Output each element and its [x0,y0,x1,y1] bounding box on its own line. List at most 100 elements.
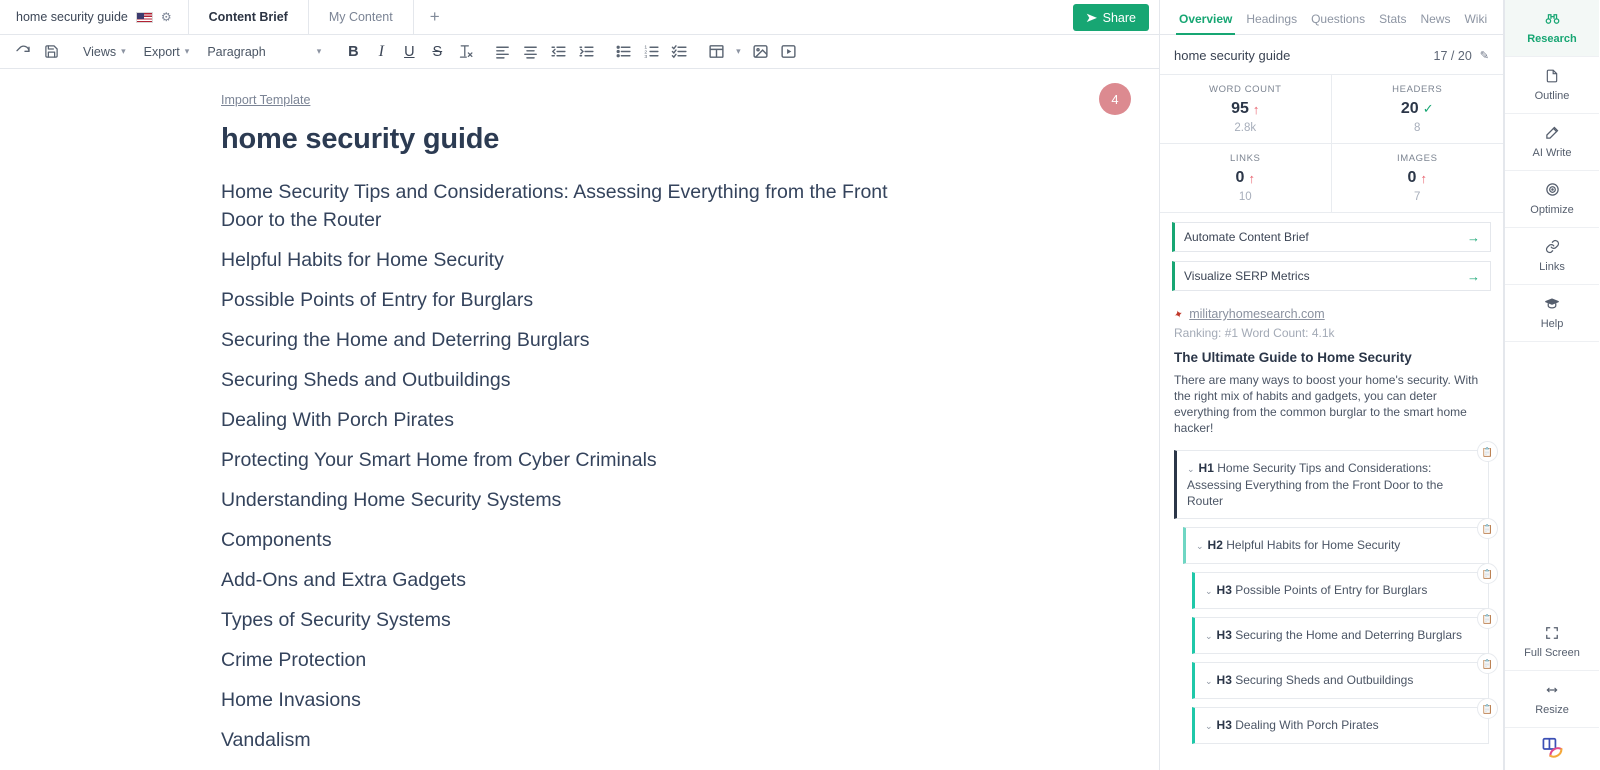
paragraph-style-dropdown[interactable]: Paragraph ▾ [199,39,329,65]
copy-icon[interactable]: 📋 [1477,653,1498,674]
document-heading[interactable]: Dealing With Porch Pirates [221,406,911,434]
document-scroll-area[interactable]: 4 Import Template home security guide Ho… [0,69,1159,770]
document-heading[interactable]: Home Invasions [221,686,911,714]
serp-heading-item[interactable]: ⌄ H3 Securing the Home and Deterring Burg… [1192,608,1498,654]
research-tab-wiki[interactable]: Wiki [1457,12,1494,34]
insert-image-icon[interactable] [747,39,773,65]
rail-item-links[interactable]: Links [1505,228,1599,285]
indent-icon[interactable] [573,39,599,65]
save-icon[interactable] [38,39,64,65]
align-left-icon[interactable] [489,39,515,65]
serp-domain-row[interactable]: ✦ militaryhomesearch.com [1172,307,1489,322]
tab-my-content[interactable]: My Content [309,0,414,34]
clear-formatting-icon[interactable] [452,39,478,65]
redo-icon[interactable] [10,39,36,65]
copy-icon[interactable]: 📋 [1477,518,1498,539]
serp-heading-item[interactable]: ⌄ H2 Helpful Habits for Home Security 📋 [1183,518,1498,564]
arrow-up-icon: ↑ [1420,170,1427,186]
document-heading[interactable]: Securing Sheds and Outbuildings [221,366,911,394]
chevron-down-icon[interactable]: ⌄ [1205,676,1213,686]
gear-icon[interactable]: ⚙ [161,11,172,23]
copy-icon[interactable]: 📋 [1477,563,1498,584]
copy-icon[interactable]: 📋 [1477,441,1498,462]
outdent-icon[interactable] [545,39,571,65]
numbered-list-icon[interactable]: 123 [638,39,664,65]
top-tab-bar: home security guide ⚙ Content Brief My C… [0,0,1159,35]
chevron-down-icon[interactable]: ⌄ [1205,721,1213,731]
research-tab-bar: Overview Headings Questions Stats News Wiki [1160,0,1503,35]
arrow-right-icon: → [1467,268,1480,284]
metric-label: WORD COUNT [1209,84,1282,95]
checklist-icon[interactable] [666,39,692,65]
copy-icon[interactable]: 📋 [1477,608,1498,629]
research-tab-overview[interactable]: Overview [1172,12,1239,35]
comment-count-badge[interactable]: 4 [1099,83,1131,115]
metric-card: HEADERS 20 ✓ 8 [1331,75,1503,144]
action-label: Visualize SERP Metrics [1184,269,1310,283]
arrow-right-icon: → [1467,229,1480,245]
italic-button[interactable]: I [368,39,394,65]
serp-heading-item[interactable]: ⌄ H3 Securing Sheds and Outbuildings 📋 [1192,653,1498,699]
rail-item-outline[interactable]: Outline [1505,57,1599,114]
tab-content-brief[interactable]: Content Brief [189,0,309,34]
chevron-down-icon[interactable]: ⌄ [1187,464,1195,474]
research-keyword-row: home security guide 17 / 20 ✎ [1160,35,1503,74]
insert-video-icon[interactable] [775,39,801,65]
document-heading[interactable]: Types of Security Systems [221,606,911,634]
chevron-down-icon[interactable]: ⌄ [1205,586,1213,596]
rail-item-optimize[interactable]: Optimize [1505,171,1599,228]
document-heading[interactable]: Home Security Tips and Considerations: A… [221,178,911,234]
document-heading[interactable]: Components [221,526,911,554]
document-heading[interactable]: Securing the Home and Deterring Burglars [221,326,911,354]
rail-bottom-items: Full Screen Resize [1505,614,1599,728]
chevron-down-icon[interactable]: ⌄ [1205,631,1213,641]
export-dropdown[interactable]: Export ▾ [136,39,198,65]
document-tab[interactable]: home security guide ⚙ [0,0,189,34]
horizontal-arrows-icon [1544,683,1560,699]
rail-item-research[interactable]: Research [1505,0,1599,57]
research-tab-questions[interactable]: Questions [1304,12,1372,34]
document-heading[interactable]: Possible Points of Entry for Burglars [221,286,911,314]
rail-item-ai-write[interactable]: AI Write [1505,114,1599,171]
document-heading[interactable]: Understanding Home Security Systems [221,486,911,514]
document-heading[interactable]: Vandalism [221,726,911,754]
bulleted-list-icon[interactable] [610,39,636,65]
rail-item-help[interactable]: Help [1505,285,1599,342]
underline-button[interactable]: U [396,39,422,65]
page-title[interactable]: home security guide [221,123,1159,156]
document-heading[interactable]: Helpful Habits for Home Security [221,246,911,274]
chevron-down-icon[interactable]: ⌄ [1196,541,1204,551]
chevron-down-icon: ▾ [316,46,322,56]
metric-target: 8 [1414,122,1421,134]
share-icon: ➤ [1084,9,1098,25]
research-tab-news[interactable]: News [1413,12,1457,34]
action-row[interactable]: Visualize SERP Metrics → [1172,261,1491,291]
metric-value: 0 [1407,169,1417,186]
document-heading[interactable]: Protecting Your Smart Home from Cyber Cr… [221,446,911,474]
copy-icon[interactable]: 📋 [1477,698,1498,719]
strikethrough-button[interactable]: S [424,39,450,65]
research-tab-headings[interactable]: Headings [1239,12,1304,34]
serp-domain[interactable]: militaryhomesearch.com [1189,307,1324,321]
table-dropdown-chevron[interactable]: ▾ [731,39,745,65]
rail-item-full-screen[interactable]: Full Screen [1505,614,1599,671]
import-template-link[interactable]: Import Template [221,93,310,107]
share-button[interactable]: ➤ Share [1072,4,1149,31]
align-center-icon[interactable] [517,39,543,65]
document-heading[interactable]: Add-Ons and Extra Gadgets [221,566,911,594]
action-row[interactable]: Automate Content Brief → [1172,222,1491,252]
document-heading[interactable]: Crime Protection [221,646,911,674]
table-icon[interactable] [703,39,729,65]
metric-label: HEADERS [1392,84,1443,95]
bold-button[interactable]: B [340,39,366,65]
serp-heading-item[interactable]: ⌄ H3 Possible Points of Entry for Burglar… [1192,563,1498,609]
add-tab-button[interactable]: + [414,0,456,34]
rail-item-resize[interactable]: Resize [1505,671,1599,728]
pencil-icon[interactable]: ✎ [1480,49,1489,62]
serp-heading-item[interactable]: ⌄ H3 Dealing With Porch Pirates 📋 [1192,698,1498,744]
research-tab-stats[interactable]: Stats [1372,12,1413,34]
heading-text: Securing the Home and Deterring Burglars [1235,628,1463,642]
views-dropdown[interactable]: Views ▾ [75,39,134,65]
serp-heading-item[interactable]: ⌄ H1 Home Security Tips and Consideration… [1174,441,1498,519]
graduation-cap-icon [1544,296,1560,313]
